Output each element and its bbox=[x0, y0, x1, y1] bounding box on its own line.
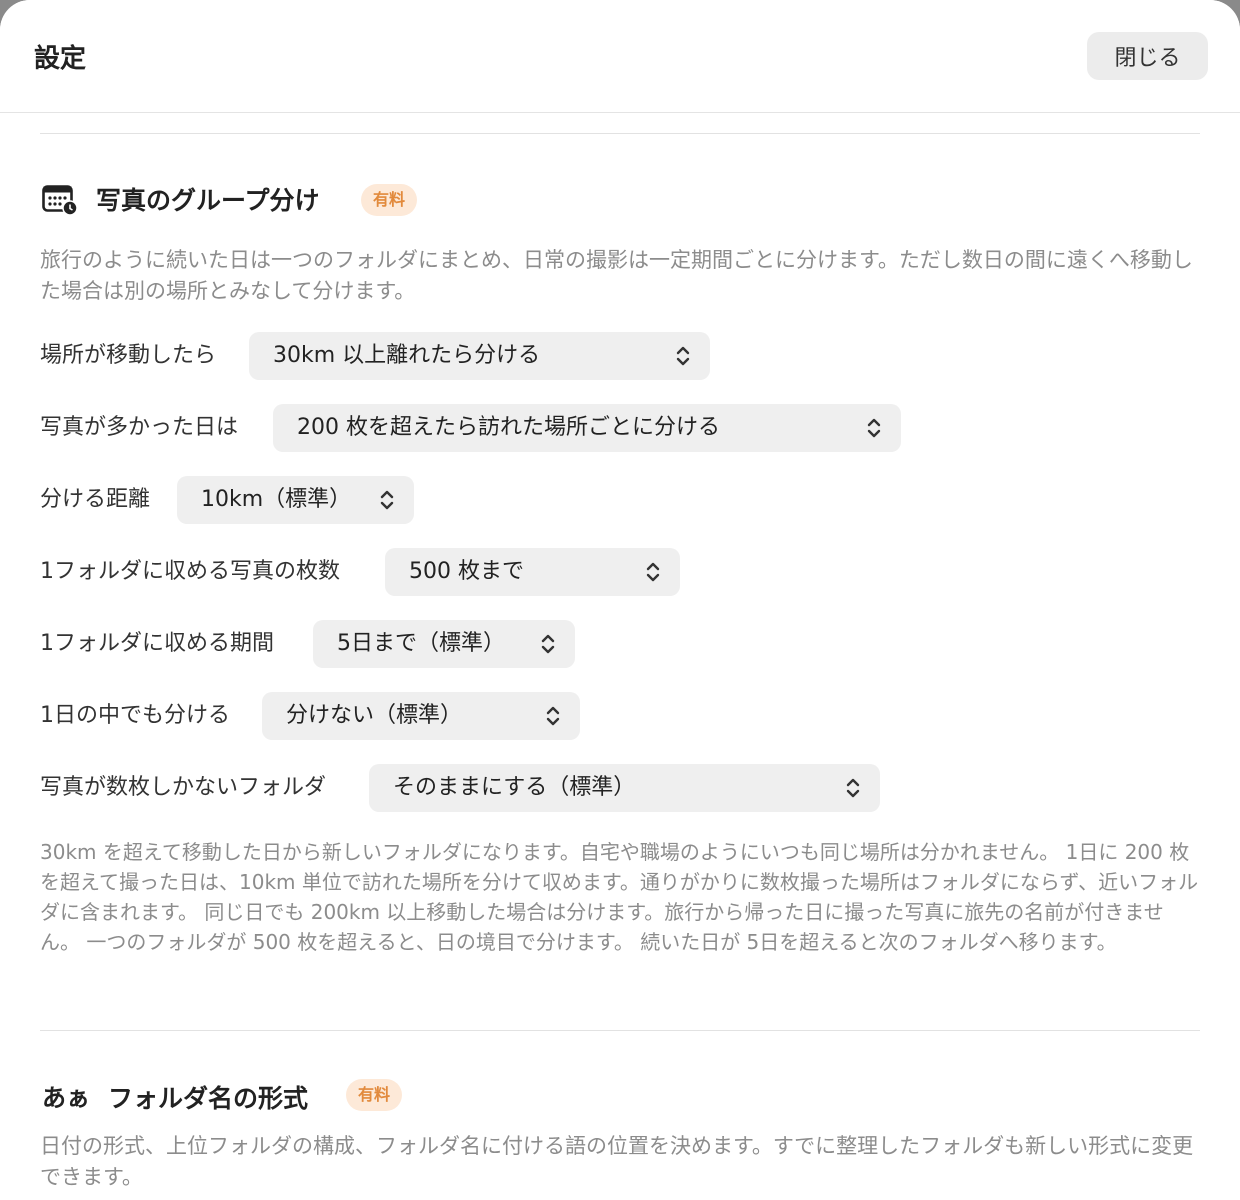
select-value: そのままにする（標準） bbox=[393, 775, 636, 800]
chevron-up-down-icon bbox=[867, 418, 881, 438]
select-value: 200 枚を超えたら訪れた場所ごとに分ける bbox=[297, 415, 720, 440]
paid-badge: 有料 bbox=[346, 1079, 403, 1111]
select-split-within-day[interactable]: 分けない（標準） bbox=[262, 692, 580, 740]
row-label-split-within-day: 1日の中でも分ける bbox=[40, 703, 230, 728]
row-label-move-distance: 場所が移動したら bbox=[40, 343, 217, 368]
chevron-up-down-icon bbox=[546, 706, 560, 726]
select-value: 5日まで（標準） bbox=[337, 631, 505, 656]
select-value: 分けない（標準） bbox=[286, 703, 463, 728]
chevron-up-down-icon bbox=[646, 562, 660, 582]
chevron-up-down-icon bbox=[676, 346, 690, 366]
select-value: 500 枚まで bbox=[409, 559, 524, 584]
row-label-photos-per-folder: 1フォルダに収める写真の枚数 bbox=[40, 559, 340, 584]
close-button[interactable]: 閉じる bbox=[1087, 32, 1208, 80]
settings-header: 設定 閉じる bbox=[0, 0, 1240, 113]
settings-panel: 設定 閉じる 写真のグループ分け 有料 旅行のように続いた日は一つのフォルダにま… bbox=[0, 0, 1240, 1200]
page-title: 設定 bbox=[34, 44, 87, 74]
row-label-small-folders: 写真が数枚しかないフォルダ bbox=[40, 775, 327, 800]
chevron-up-down-icon bbox=[380, 490, 394, 510]
grouping-summary-note: 30km を超えて移動した日から新しいフォルダになります。自宅や職場のようにいつ… bbox=[40, 840, 1199, 954]
select-split-distance[interactable]: 10km（標準） bbox=[177, 476, 414, 524]
section-description: 旅行のように続いた日は一つのフォルダにまとめ、日常の撮影は一定期間ごとに分けます… bbox=[40, 248, 1193, 303]
row-label-period-per-folder: 1フォルダに収める期間 bbox=[40, 631, 274, 656]
section-divider bbox=[40, 1030, 1200, 1031]
row-label-many-photos: 写真が多かった日は bbox=[40, 415, 239, 440]
text-format-icon: あぁ bbox=[42, 1084, 90, 1112]
row-label-split-distance: 分ける距離 bbox=[40, 487, 151, 512]
select-value: 10km（標準） bbox=[201, 487, 352, 512]
select-photos-per-folder[interactable]: 500 枚まで bbox=[385, 548, 680, 596]
select-value: 30km 以上離れたら分ける bbox=[273, 343, 541, 368]
select-move-distance[interactable]: 30km 以上離れたら分ける bbox=[249, 332, 710, 380]
section-title-grouping: 写真のグループ分け bbox=[96, 186, 320, 215]
select-many-photos[interactable]: 200 枚を超えたら訪れた場所ごとに分ける bbox=[273, 404, 901, 452]
calendar-clock-icon bbox=[42, 185, 78, 216]
select-period-per-folder[interactable]: 5日まで（標準） bbox=[313, 620, 575, 668]
select-small-folders[interactable]: そのままにする（標準） bbox=[369, 764, 880, 812]
section-description: 日付の形式、上位フォルダの構成、フォルダ名に付ける語の位置を決めます。すでに整理… bbox=[40, 1134, 1194, 1189]
chevron-up-down-icon bbox=[541, 634, 555, 654]
section-divider bbox=[40, 133, 1200, 134]
section-title-folder-name: フォルダ名の形式 bbox=[108, 1084, 309, 1113]
chevron-up-down-icon bbox=[846, 778, 860, 798]
paid-badge: 有料 bbox=[361, 184, 418, 216]
